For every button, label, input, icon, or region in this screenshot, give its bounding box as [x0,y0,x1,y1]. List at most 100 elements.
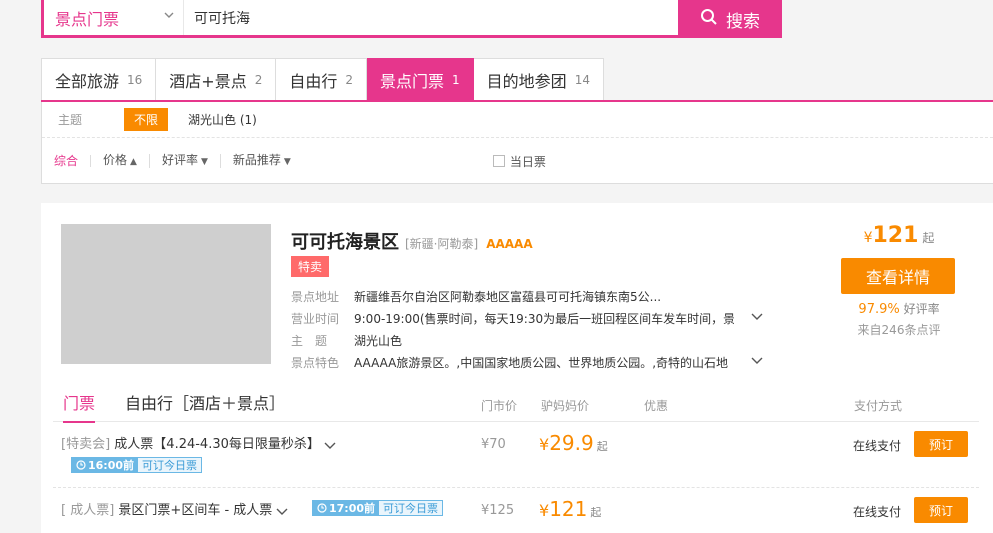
rating-label: 好评率 [903,302,940,316]
search-bar: 景点门票 搜索 [41,0,782,38]
info-theme: 主 题 湖光山色 [291,329,761,351]
tab-package-sub[interactable]: 自由行［酒店＋景点］ [125,390,285,421]
result-card: 可可托海景区 [新疆·阿勒泰] AAAAA 特卖 景点地址 新疆维吾尔自治区阿勒… [41,203,993,533]
info-value: 9:00-19:00(售票时间，每天19:30为最后一班回程区间车发车时间，景 [354,311,734,326]
tab-count: 16 [127,73,143,87]
payment-method: 在线支付 [853,439,902,453]
tab-label: 目的地参团 [486,72,567,91]
sort-label: 好评率 [161,153,198,167]
search-button[interactable]: 搜索 [678,0,782,38]
chevron-down-icon[interactable] [276,506,288,515]
clock-icon [317,503,327,513]
payment-method: 在线支付 [853,505,902,519]
row-divider [53,487,979,488]
tab-tickets-sub[interactable]: 门票 [63,390,96,423]
tab-label: 景点门票 [380,72,445,91]
book-button[interactable]: 预订 [914,431,968,457]
sort-arrow-icon: ▼ [283,157,291,167]
attraction-level: AAAAA [486,237,533,251]
ticket-table-header: 门票 自由行［酒店＋景点］ 门市价 驴妈妈价 优惠 支付方式 [53,386,979,423]
tab-count: 1 [452,73,460,87]
sort-overall[interactable]: 综合 [54,155,92,167]
info-key: 营业时间 [291,311,340,326]
rating-percent: 97.9% [858,302,900,317]
sort-arrow-icon: ▲ [130,157,137,167]
sort-new[interactable]: 新品推荐 ▼ [221,154,303,168]
ticket-title: 成人票【4.24-4.30每日限量秒杀】 [114,437,320,452]
theme-option[interactable]: 湖光山色 (1) [188,111,257,128]
info-hours: 营业时间 9:00-19:00(售票时间，每天19:30为最后一班回程区间车发车… [291,307,763,329]
chevron-down-icon[interactable] [751,311,763,321]
deadline-note: 可订今日票 [138,458,202,472]
attraction-info: 景点地址 新疆维吾尔自治区阿勒泰地区富蕴县可可托海镇东南5公... 营业时间 9… [291,285,763,373]
chevron-down-icon[interactable] [751,355,763,365]
sort-row: 综合 价格 ▲ 好评率 ▼ 新品推荐 ▼ 当日票 [42,138,993,184]
chevron-down-icon[interactable] [324,440,336,449]
info-value: AAAAA旅游景区。,中国国家地质公园、世界地质公园。,奇特的山石地 [354,355,729,370]
tab-hotel-attraction[interactable]: 酒店+景点 2 [156,58,277,101]
category-tabs: 全部旅游 16 酒店+景点 2 自由行 2 景点门票 1 目的地参团 14 [41,58,604,101]
sort-options: 综合 价格 ▲ 好评率 ▼ 新品推荐 ▼ [54,154,303,168]
price-suffix: 起 [922,231,935,245]
clock-icon [76,460,86,470]
search-button-label: 搜索 [726,11,760,32]
booking-deadline-tag: 16:00 前 可订今日票 [71,457,203,473]
tab-all-travel[interactable]: 全部旅游 16 [42,58,157,101]
book-button[interactable]: 预订 [914,497,968,523]
search-input[interactable] [184,0,675,35]
sort-label: 价格 [103,153,128,167]
info-key: 景点地址 [291,289,340,304]
ticket-name[interactable]: [ 成人票] 景区门票+区间车 - 成人票 [61,499,288,518]
tab-count: 2 [345,73,354,87]
info-value: 新疆维吾尔自治区阿勒泰地区富蕴县可可托海镇东南5公... [354,289,662,304]
info-value: 湖光山色 [354,333,403,348]
sort-price[interactable]: 价格 ▲ [91,154,150,168]
ticket-type: [ 成人票] [61,503,115,518]
sale-badge: 特卖 [291,256,330,277]
deadline-suffix: 前 [123,459,135,472]
theme-label: 主题 [58,113,83,127]
deadline-suffix: 前 [364,502,376,515]
sort-arrow-icon: ▼ [200,157,208,167]
sort-label: 新品推荐 [232,153,281,167]
deadline-time: 17:00 [329,501,365,515]
chevron-down-icon [163,9,175,25]
today-ticket-label: 当日票 [509,154,546,169]
tab-count: 14 [574,73,590,87]
search-category-select[interactable]: 景点门票 [44,0,184,35]
sort-rating[interactable]: 好评率 ▼ [150,154,221,168]
info-features: 景点特色 AAAAA旅游景区。,中国国家地质公园、世界地质公园。,奇特的山石地 [291,351,763,373]
ticket-type: [特卖会] [61,437,111,452]
checkbox-icon[interactable] [492,155,505,167]
attraction-name[interactable]: 可可托海景区 [291,228,399,254]
tab-group-tour[interactable]: 目的地参团 14 [473,58,604,101]
attraction-image[interactable] [61,224,271,364]
info-address: 景点地址 新疆维吾尔自治区阿勒泰地区富蕴县可可托海镇东南5公... [291,285,761,307]
our-price: ¥29.9 起 [539,431,608,455]
booking-deadline-time: 17:00 前 [313,501,380,515]
theme-all-tag[interactable]: 不限 [124,108,169,131]
col-market-price: 门市价 [481,399,518,413]
ticket-row: [ 成人票] 景区门票+区间车 - 成人票 17:00 前 可订今日票 ¥125 … [53,497,979,529]
rating: 97.9% 好评率 [841,300,957,317]
tab-count: 2 [254,73,263,87]
price-suffix: 起 [590,506,602,519]
tab-tickets[interactable]: 景点门票 1 [367,58,474,101]
price-value: 29.9 [549,431,594,455]
theme-filter-row: 主题 不限 湖光山色 (1) [42,102,993,138]
our-price: ¥121 起 [539,497,601,521]
search-category-label: 景点门票 [55,9,120,29]
tab-self-guided[interactable]: 自由行 2 [276,58,368,101]
ticket-name[interactable]: [特卖会] 成人票【4.24-4.30每日限量秒杀】 [61,433,336,452]
info-key: 主 题 [291,333,328,348]
attraction-title: 可可托海景区 [新疆·阿勒泰] AAAAA [291,228,533,254]
market-price: ¥70 [481,437,506,452]
tab-label: 全部旅游 [55,72,120,91]
today-ticket-filter[interactable]: 当日票 [492,153,546,170]
attraction-region: [新疆·阿勒泰] [405,237,479,251]
col-discount: 优惠 [644,399,669,413]
view-details-button[interactable]: 查看详情 [841,258,955,294]
review-count[interactable]: 来自246条点评 [841,321,957,338]
col-payment: 支付方式 [854,399,903,413]
tab-label: 酒店+景点 [169,72,247,91]
